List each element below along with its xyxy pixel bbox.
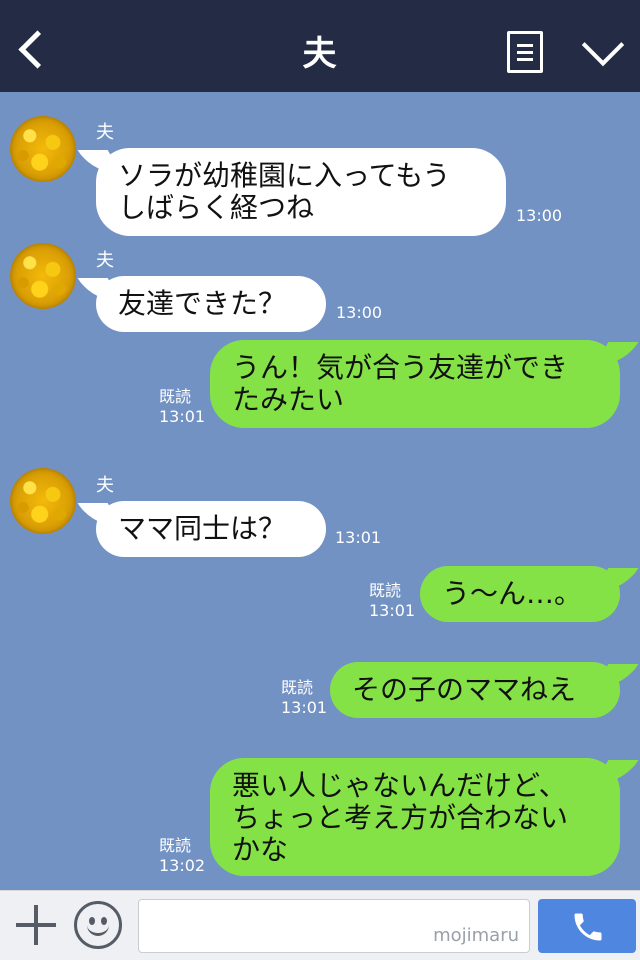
message-line: ソラが幼稚園に入ってもう <box>118 159 451 192</box>
message-line: 友達できた？ <box>118 287 287 320</box>
read-receipt: 既読 <box>159 387 192 406</box>
sender-name: 夫 <box>96 250 114 271</box>
input-bar: mojimaru <box>0 890 640 960</box>
message-line: その子のママねえ <box>352 673 577 706</box>
message-line: う〜ん…。 <box>442 577 583 610</box>
sender-name: 夫 <box>96 475 114 496</box>
emoji-icon[interactable] <box>74 901 122 949</box>
message-line: うん！気が合う友達ができ <box>232 351 569 384</box>
sender-name: 夫 <box>96 122 114 143</box>
message-time: 13:01 <box>335 528 382 547</box>
message-time: 13:01 <box>369 601 416 620</box>
chat-title: 夫 <box>302 34 338 74</box>
message-bubble[interactable]: 友達できた？ <box>96 276 326 332</box>
message-bubble[interactable]: ママ同士は？ <box>96 501 326 557</box>
avatar[interactable] <box>10 468 76 534</box>
message-time: 13:01 <box>281 698 328 717</box>
message-line: かな <box>232 833 289 866</box>
message-line: ママ同士は？ <box>118 512 287 545</box>
message-input[interactable]: mojimaru <box>138 899 530 953</box>
message-time: 13:00 <box>336 303 383 322</box>
avatar[interactable] <box>10 116 76 182</box>
read-receipt: 既読 <box>281 678 314 697</box>
call-button[interactable] <box>538 899 636 953</box>
read-receipt: 既読 <box>159 836 192 855</box>
message-time: 13:02 <box>159 856 206 875</box>
message-bubble[interactable]: その子のママねえ <box>330 662 620 718</box>
message-meta: 既読 13:01 <box>159 387 205 427</box>
message-line: しばらく経つね <box>118 191 315 224</box>
message-bubble[interactable]: 悪い人じゃないんだけど、 ちょっと考え方が合わない かな <box>210 758 620 876</box>
message-bubble[interactable]: うん！気が合う友達ができ たみたい <box>210 340 620 428</box>
message-line: 悪い人じゃないんだけど、 <box>232 769 567 802</box>
chevron-down-icon[interactable] <box>578 30 626 70</box>
message-line: たみたい <box>232 383 345 416</box>
phone-icon <box>574 913 602 941</box>
message-bubble[interactable]: う〜ん…。 <box>420 566 620 622</box>
message-meta: 既読 13:01 <box>281 678 327 718</box>
message-line: ちょっと考え方が合わない <box>232 801 569 834</box>
watermark: mojimaru <box>433 925 519 946</box>
message-meta: 既読 13:01 <box>369 581 415 621</box>
message-meta: 既読 13:02 <box>159 836 205 876</box>
message-bubble[interactable]: ソラが幼稚園に入ってもう しばらく経つね <box>96 148 506 236</box>
note-icon[interactable] <box>507 31 543 73</box>
avatar[interactable] <box>10 243 76 309</box>
plus-icon[interactable] <box>14 903 58 947</box>
chat-header: 夫 <box>0 0 640 92</box>
message-time: 13:00 <box>516 206 563 225</box>
read-receipt: 既読 <box>369 581 402 600</box>
message-time: 13:01 <box>159 407 206 426</box>
